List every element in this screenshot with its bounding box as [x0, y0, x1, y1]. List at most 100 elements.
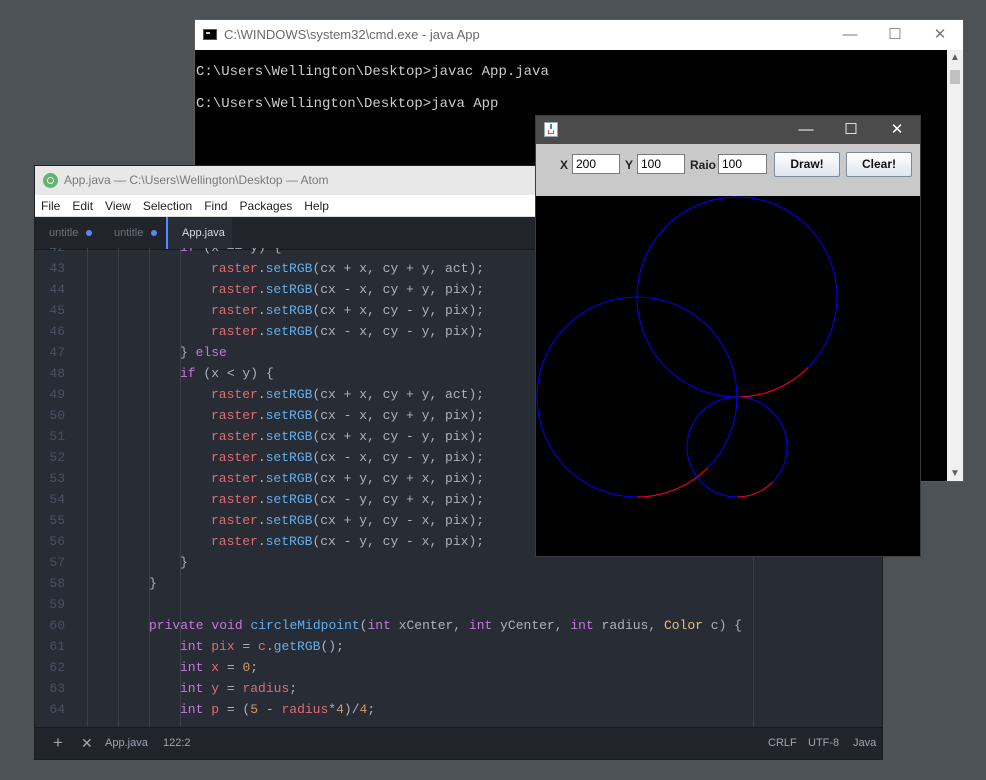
code-token: radius: [281, 702, 329, 717]
line-ending[interactable]: CRLF: [768, 737, 797, 749]
close-icon[interactable]: ✕: [81, 735, 93, 752]
code-token: raster: [211, 261, 258, 276]
java-icon: [544, 122, 558, 137]
line-number: 45: [49, 303, 65, 318]
code-token: = (: [219, 702, 251, 717]
code-token: .: [257, 387, 266, 402]
modified-dot-icon: [151, 230, 157, 236]
drawing-canvas[interactable]: [536, 196, 920, 556]
menu-view[interactable]: View: [99, 199, 137, 213]
line-number: 48: [49, 366, 65, 381]
code-token: setRGB: [265, 303, 313, 318]
code-token: ();: [320, 639, 344, 654]
code-token: raster: [211, 492, 258, 507]
cmd-titlebar[interactable]: C:\WINDOWS\system32\cmd.exe - java App —…: [195, 20, 963, 50]
close-button[interactable]: ✕: [917, 20, 963, 50]
code-token: xCenter,: [390, 618, 469, 633]
modified-dot-icon: [86, 230, 92, 236]
code-token: .: [257, 534, 266, 549]
code-token: (cx - x, cy - y, pix);: [312, 450, 485, 465]
maximize-button[interactable]: ☐: [828, 116, 874, 144]
cursor-position[interactable]: 122:2: [163, 737, 191, 749]
code-token: (cx + y, cy - x, pix);: [312, 513, 485, 528]
code-token: setRGB: [265, 534, 313, 549]
draw-button[interactable]: Draw!: [774, 152, 840, 177]
cmd-line: C:\Users\Wellington\Desktop>javac App.ja…: [196, 64, 549, 80]
code-token: private: [149, 618, 204, 633]
minimize-button[interactable]: —: [783, 116, 829, 144]
code-token: }: [180, 345, 196, 360]
controls-panel: X Y Raio Draw! Clear!: [536, 144, 920, 196]
minimize-button[interactable]: —: [827, 20, 873, 50]
line-number: 53: [49, 471, 65, 486]
menu-selection[interactable]: Selection: [137, 199, 198, 213]
code-token: -: [258, 702, 282, 717]
code-token: c: [258, 639, 266, 654]
code-token: raster: [211, 408, 258, 423]
tab-untitled-2[interactable]: untitled: [100, 217, 166, 249]
code-token: setRGB: [265, 429, 313, 444]
code-token: =: [219, 660, 243, 675]
code-token: setRGB: [265, 471, 313, 486]
cmd-scrollbar[interactable]: ▲ ▼: [947, 50, 963, 481]
code-token: .: [257, 429, 266, 444]
raio-input[interactable]: [718, 154, 767, 174]
code-token: .: [257, 492, 266, 507]
add-icon[interactable]: +: [53, 733, 63, 753]
menu-help[interactable]: Help: [298, 199, 335, 213]
code-token: setRGB: [265, 492, 313, 507]
line-number: 46: [49, 324, 65, 339]
scroll-up-icon[interactable]: ▲: [947, 52, 963, 63]
code-token: .: [265, 639, 274, 654]
tab-label: untitled: [114, 227, 144, 239]
code-token: pix: [211, 639, 235, 654]
tab-label: App.java: [182, 227, 225, 239]
menu-file[interactable]: File: [35, 199, 66, 213]
line-number-gutter: 42 43 44 45 46 47 48 49 50 51 52 53 54 55 56 57 58 59 60 61…: [35, 248, 85, 728]
code-token: int: [180, 639, 204, 654]
menu-edit[interactable]: Edit: [66, 199, 99, 213]
java-app-window[interactable]: — ☐ ✕ X Y Raio Draw! Clear!: [535, 115, 921, 557]
app-titlebar[interactable]: — ☐ ✕: [536, 116, 920, 144]
code-token: yCenter,: [492, 618, 571, 633]
line-number: 42: [35, 248, 85, 258]
line-number: 50: [49, 408, 65, 423]
code-token: ;: [250, 660, 259, 675]
menu-packages[interactable]: Packages: [234, 199, 299, 213]
tab-app-java[interactable]: App.java: [166, 217, 232, 249]
grammar-selector[interactable]: Java: [853, 737, 876, 749]
maximize-button[interactable]: ☐: [872, 20, 918, 50]
code-token: )/: [343, 702, 360, 717]
atom-title: App.java — C:\Users\Wellington\Desktop —…: [64, 173, 329, 187]
code-token: }: [180, 555, 188, 570]
code-token: .: [257, 450, 266, 465]
code-token: else: [195, 345, 227, 360]
line-number: 58: [49, 576, 65, 591]
line-number: 49: [49, 387, 65, 402]
line-number: 62: [49, 660, 65, 675]
menu-find[interactable]: Find: [198, 199, 233, 213]
code-token: .: [257, 282, 266, 297]
scroll-thumb[interactable]: [950, 70, 960, 84]
y-input[interactable]: [637, 154, 685, 174]
x-input[interactable]: [572, 154, 620, 174]
scroll-down-icon[interactable]: ▼: [947, 468, 963, 479]
code-token: raster: [211, 450, 258, 465]
code-token: (cx + x, cy - y, pix);: [312, 429, 485, 444]
status-file-name[interactable]: App.java: [105, 737, 148, 749]
code-token: radius,: [593, 618, 664, 633]
tab-untitled-1[interactable]: untitled: [35, 217, 100, 249]
clear-button[interactable]: Clear!: [846, 152, 912, 177]
code-token: setRGB: [265, 282, 313, 297]
line-number: 60: [49, 618, 65, 633]
code-token: y: [211, 681, 220, 696]
code-token: (x == y) {: [196, 248, 281, 255]
code-line: int x = 0;: [87, 657, 882, 678]
file-encoding[interactable]: UTF-8: [808, 737, 839, 749]
code-token: (cx + x, cy + y, act);: [312, 261, 485, 276]
code-token: (cx + x, cy + y, act);: [312, 387, 485, 402]
line-number: 56: [49, 534, 65, 549]
code-token: =: [234, 639, 259, 654]
code-token: setRGB: [265, 408, 313, 423]
close-button[interactable]: ✕: [874, 116, 920, 144]
